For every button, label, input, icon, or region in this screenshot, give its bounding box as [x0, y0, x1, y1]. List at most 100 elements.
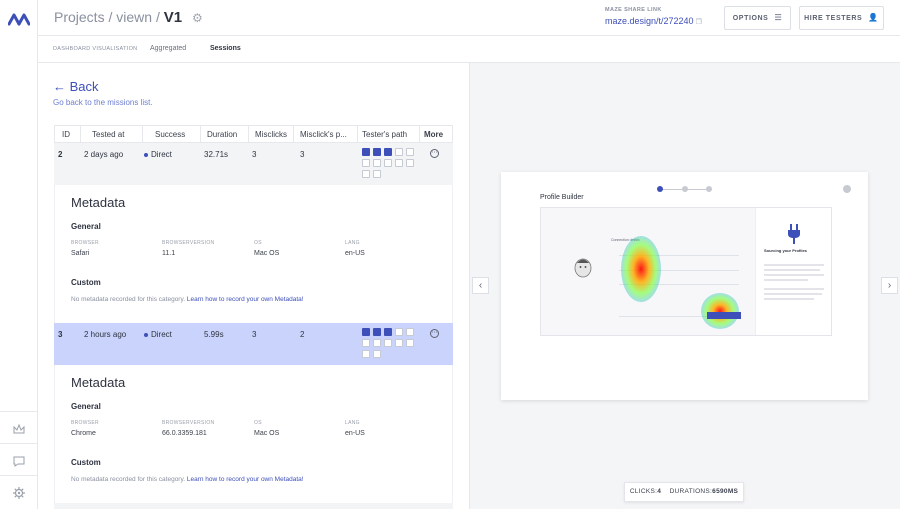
progress-step-dot[interactable]: [682, 186, 688, 192]
success-dot-icon: [144, 152, 148, 157]
col-id[interactable]: ID: [62, 130, 70, 139]
learn-metadata-link[interactable]: Learn how to record your own Metadata!: [187, 476, 304, 483]
col-tested-at[interactable]: Tested at: [92, 130, 124, 139]
path-screen-thumb[interactable]: [384, 328, 392, 336]
path-screen-thumb[interactable]: [362, 170, 370, 178]
screen-text-line: [764, 264, 824, 266]
path-screen-thumb[interactable]: [362, 328, 370, 336]
path-screen-thumb[interactable]: [395, 159, 403, 167]
options-button[interactable]: OPTIONS ☰: [724, 6, 791, 30]
screen-text-line: [764, 288, 824, 290]
crown-icon[interactable]: [11, 422, 27, 438]
meta-label-lang: LANG: [345, 420, 360, 426]
cell-tested-at: 2 hours ago: [84, 330, 127, 339]
share-link[interactable]: maze.design/t/272240 ❐: [605, 16, 702, 26]
path-screen-thumb[interactable]: [384, 339, 392, 347]
back-link[interactable]: ← Back: [53, 79, 99, 94]
cell-id: 2: [58, 150, 63, 159]
table-row[interactable]: 2 2 days ago Direct 32.71s 3 3 ⋯: [54, 143, 453, 185]
col-duration[interactable]: Duration: [207, 130, 237, 139]
path-screen-thumb[interactable]: [373, 159, 381, 167]
breadcrumb-current: V1: [163, 9, 183, 26]
rail-divider: [0, 443, 38, 444]
meta-value-lang: en-US: [345, 250, 365, 257]
path-screen-thumb[interactable]: [384, 159, 392, 167]
hire-testers-button[interactable]: HIRE TESTERS 👤: [799, 6, 884, 30]
meta-label-browser: BROWSER: [71, 240, 99, 246]
path-screen-thumb[interactable]: [362, 339, 370, 347]
meta-label-os: OS: [254, 420, 262, 426]
screen-right-column: Sourcing your Profiles: [755, 208, 831, 335]
progress-step-dot[interactable]: [706, 186, 712, 192]
tab-dashboard-visualisation[interactable]: DASHBOARD VISUALISATION: [53, 46, 137, 52]
next-screen-button[interactable]: ›: [881, 277, 898, 294]
screen-text-line: [764, 298, 814, 300]
durations-label: DURATIONS:: [669, 488, 713, 495]
copy-icon[interactable]: ❐: [696, 19, 702, 26]
path-screen-thumb[interactable]: [362, 350, 370, 358]
meta-label-browser: BROWSER: [71, 420, 99, 426]
col-misclick-pct[interactable]: Misclick's p...: [300, 130, 347, 139]
table-row[interactable]: [54, 503, 453, 509]
meta-label-browserversion: BROWSERVERSION: [162, 420, 215, 426]
path-screen-thumb[interactable]: [406, 148, 414, 156]
metadata-empty-text: No metadata recorded for this category. …: [71, 476, 304, 483]
meta-value-browser: Chrome: [71, 430, 96, 437]
path-screen-thumb[interactable]: [373, 350, 381, 358]
metadata-general-heading: General: [71, 222, 101, 231]
path-screen-thumb[interactable]: [373, 148, 381, 156]
cell-duration: 5.99s: [204, 330, 224, 339]
row-more-icon[interactable]: ⋯: [430, 149, 439, 158]
prev-screen-button[interactable]: ‹: [472, 277, 489, 294]
table-row[interactable]: 3 2 hours ago Direct 5.99s 3 2 ⋯: [54, 323, 453, 365]
path-screen-thumb[interactable]: [373, 328, 381, 336]
cell-success: Direct: [144, 150, 172, 159]
breadcrumb-project[interactable]: viewn: [116, 9, 152, 25]
tab-sessions[interactable]: Sessions: [210, 45, 241, 52]
breadcrumb-separator: /: [155, 9, 160, 25]
col-misclicks[interactable]: Misclicks: [255, 130, 287, 139]
screen-text-line: [764, 279, 808, 281]
col-success[interactable]: Success: [155, 130, 185, 139]
avatar-illustration-icon: [574, 258, 592, 278]
path-screen-thumb[interactable]: [395, 339, 403, 347]
screen-right-heading: Sourcing your Profiles: [764, 248, 807, 253]
path-screen-thumb[interactable]: [373, 170, 381, 178]
tab-aggregated[interactable]: Aggregated: [150, 45, 186, 52]
breadcrumb-separator: /: [108, 9, 113, 25]
heatmap-hotspot: [621, 236, 661, 302]
share-link-url[interactable]: maze.design/t/272240: [605, 16, 694, 26]
path-screen-thumb[interactable]: [362, 148, 370, 156]
learn-metadata-link[interactable]: Learn how to record your own Metadata!: [187, 296, 304, 303]
close-icon[interactable]: [843, 185, 851, 193]
chat-icon[interactable]: [11, 454, 27, 470]
path-screen-thumb[interactable]: [406, 339, 414, 347]
col-testers-path[interactable]: Tester's path: [362, 130, 407, 139]
maze-logo-icon[interactable]: [8, 12, 30, 26]
metadata-custom-heading: Custom: [71, 278, 101, 287]
progress-step-dot[interactable]: [657, 186, 663, 192]
column-divider: [419, 126, 420, 142]
users-icon: 👤: [868, 13, 879, 22]
path-screen-thumb[interactable]: [384, 148, 392, 156]
path-screen-thumb[interactable]: [373, 339, 381, 347]
cell-success-value: Direct: [151, 150, 172, 159]
gear-icon[interactable]: [11, 486, 27, 502]
col-more[interactable]: More: [424, 130, 443, 139]
settings-gear-icon[interactable]: ⚙: [192, 11, 203, 25]
metadata-title: Metadata: [71, 375, 126, 390]
clicks-label: CLICKS:: [629, 488, 658, 495]
breadcrumb-projects[interactable]: Projects: [54, 9, 105, 25]
cell-misclick-pct: 2: [300, 330, 305, 339]
path-screen-thumb[interactable]: [362, 159, 370, 167]
path-screen-thumb[interactable]: [395, 328, 403, 336]
row-more-icon[interactable]: ⋯: [430, 329, 439, 338]
cell-success-value: Direct: [151, 330, 172, 339]
back-label: Back: [69, 79, 99, 94]
path-screen-thumb[interactable]: [395, 148, 403, 156]
path-screen-thumb[interactable]: [406, 328, 414, 336]
column-divider: [200, 126, 201, 142]
path-screen-thumb[interactable]: [406, 159, 414, 167]
screen-screenshot: Connection details Sourcing your Profile…: [540, 207, 832, 336]
hire-testers-label: HIRE TESTERS: [804, 15, 863, 22]
